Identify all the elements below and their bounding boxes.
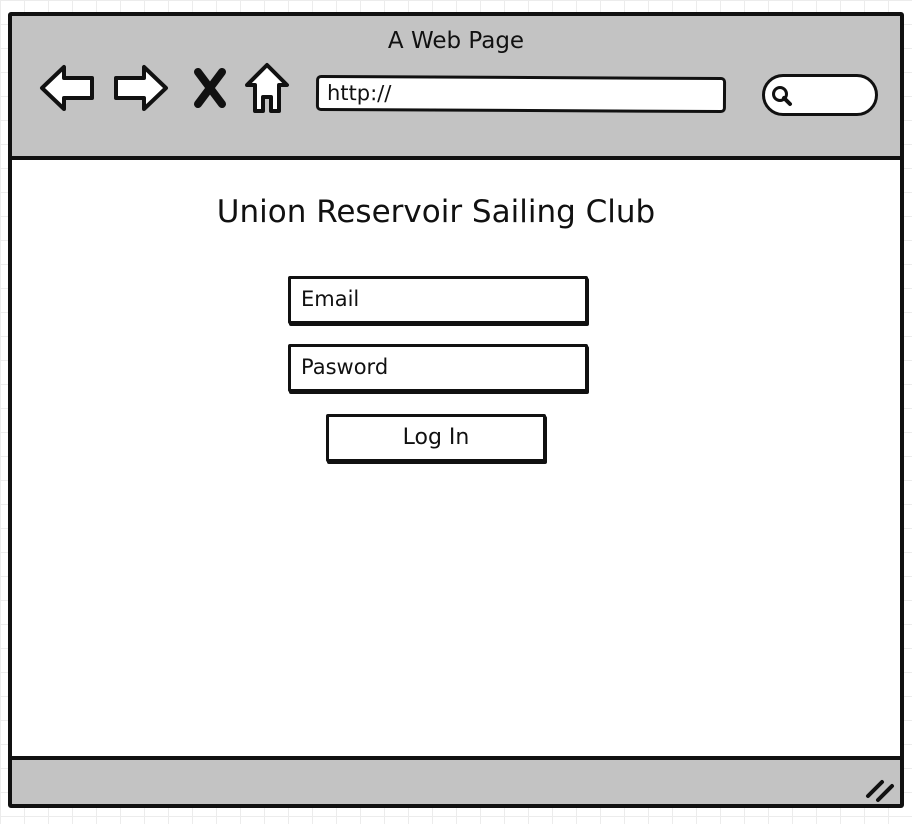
url-input[interactable] (318, 77, 718, 111)
password-field[interactable] (288, 344, 588, 392)
login-button[interactable]: Log In (326, 414, 546, 462)
email-field[interactable] (288, 276, 588, 324)
close-x-icon[interactable] (192, 60, 228, 116)
browser-statusbar (12, 756, 900, 804)
window-title: A Web Page (387, 28, 525, 54)
url-bar[interactable] (315, 74, 727, 114)
search-icon (772, 86, 792, 106)
home-icon[interactable] (242, 60, 292, 116)
browser-toolbar: A Web Page (12, 16, 900, 160)
search-field[interactable] (762, 74, 878, 116)
resize-grip-icon[interactable] (862, 774, 896, 804)
page-title: Union Reservoir Sailing Club (216, 194, 656, 230)
email-input[interactable] (291, 279, 581, 319)
back-arrow-icon[interactable] (38, 60, 96, 116)
browser-window: A Web Page http:// Union Reservoir Saili… (8, 12, 904, 808)
password-input[interactable] (291, 347, 581, 387)
forward-arrow-icon[interactable] (112, 60, 170, 116)
